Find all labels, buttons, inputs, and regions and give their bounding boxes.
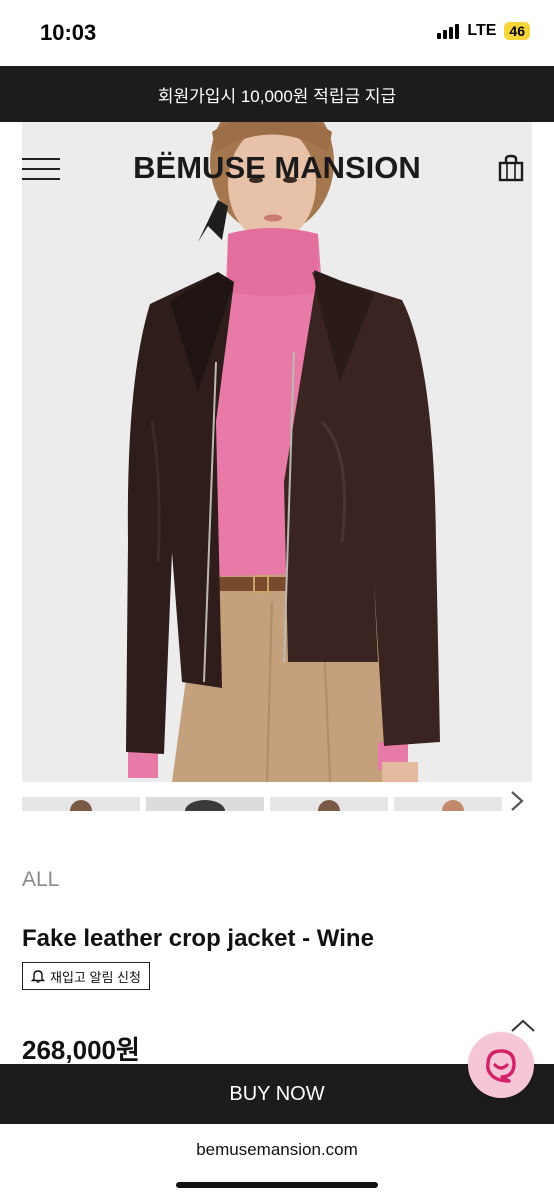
thumbnail[interactable]	[394, 797, 512, 811]
thumbnail[interactable]	[270, 797, 388, 811]
product-image[interactable]	[22, 122, 532, 782]
product-title: Fake leather crop jacket - Wine	[22, 925, 374, 952]
network-label: LTE	[467, 22, 497, 39]
bell-icon	[31, 970, 45, 983]
home-indicator[interactable]	[176, 1182, 378, 1188]
battery-icon: 46	[504, 22, 530, 40]
url-text[interactable]: bemusemansion.com	[0, 1140, 554, 1160]
chat-icon	[486, 1049, 516, 1083]
status-bar: 10:03 LTE 46	[0, 0, 554, 66]
status-time: 10:03	[40, 20, 97, 45]
chevron-right-icon[interactable]	[502, 788, 532, 814]
thumbnail[interactable]	[22, 797, 140, 811]
product-category[interactable]: ALL	[22, 868, 59, 892]
product-price: 268,000원	[22, 1035, 140, 1065]
shopping-bag-icon[interactable]	[498, 154, 524, 182]
signal-icon	[437, 23, 460, 39]
promo-banner[interactable]: 회원가입시 10,000원 적립금 지급	[0, 66, 554, 122]
chat-button[interactable]	[468, 1032, 534, 1098]
chevron-up-icon[interactable]	[508, 1016, 538, 1036]
status-indicators: LTE 46	[437, 22, 530, 40]
brand-logo[interactable]: BËMUSE MANSION	[0, 150, 554, 186]
restock-alert-button[interactable]: 재입고 알림 신청	[22, 962, 150, 990]
brand-header: BËMUSE MANSION	[0, 122, 554, 212]
thumbnail[interactable]	[146, 797, 264, 811]
browser-url-bar: bemusemansion.com	[0, 1124, 554, 1200]
restock-label: 재입고 알림 신청	[50, 969, 141, 985]
thumbnail-strip	[22, 797, 532, 811]
